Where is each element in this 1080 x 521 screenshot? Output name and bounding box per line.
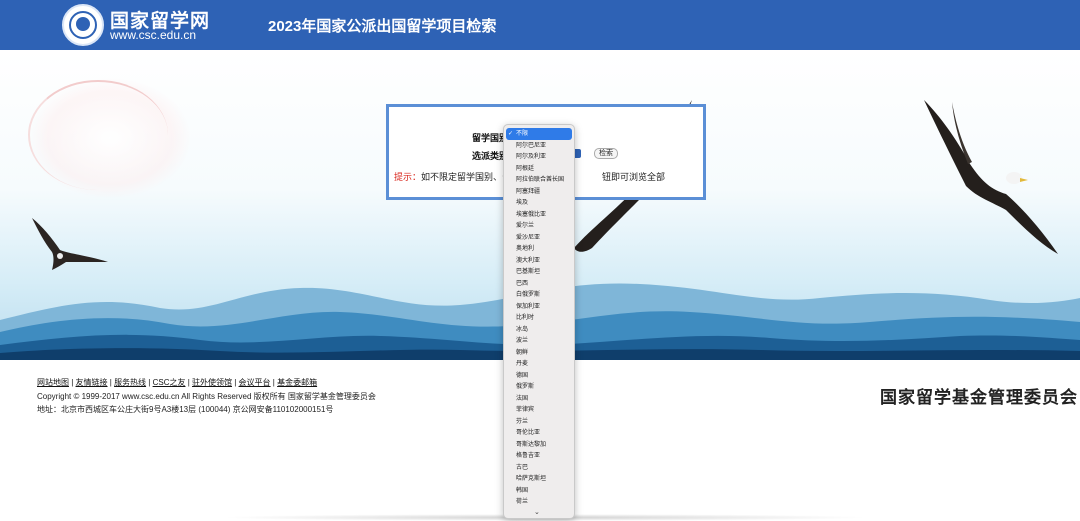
country-option-label: 比利时 (516, 314, 535, 321)
country-option[interactable]: 阿尔及利亚 (504, 151, 574, 163)
country-option[interactable]: 芬兰 (504, 416, 574, 428)
country-option-label: 奥地利 (516, 245, 535, 252)
country-option-label: 菲律宾 (516, 406, 535, 413)
country-option-label: 阿塞拜疆 (516, 187, 541, 195)
country-option-label: 冰岛 (516, 325, 529, 333)
country-option[interactable]: 澳大利亚 (504, 255, 574, 267)
country-option[interactable]: 古巴 (504, 462, 574, 474)
country-option-label: 俄罗斯 (516, 383, 535, 390)
country-option-label: 爱沙尼亚 (516, 233, 541, 241)
country-option[interactable]: 荷兰 (504, 496, 574, 508)
search-button[interactable]: 检索 (594, 148, 618, 159)
country-option[interactable]: 埃及 (504, 197, 574, 209)
country-option[interactable]: 俄罗斯 (504, 381, 574, 393)
sun-edge (28, 80, 168, 190)
country-option-label: 爱尔兰 (516, 222, 535, 229)
hint-tail: 钮即可浏览全部 (602, 172, 666, 182)
country-option-label: 朝鲜 (516, 348, 529, 356)
country-option[interactable]: 波兰 (504, 335, 574, 347)
country-option[interactable]: 冰岛 (504, 324, 574, 336)
country-option-label: 保加利亚 (516, 302, 541, 310)
country-option-label: 巴基斯坦 (516, 268, 541, 275)
country-option[interactable]: 格鲁吉亚 (504, 450, 574, 462)
country-option-label: 白俄罗斯 (516, 291, 541, 298)
country-option-label: 埃及 (516, 199, 529, 206)
country-option[interactable]: 朝鲜 (504, 347, 574, 359)
country-option-label: 法国 (516, 394, 529, 402)
hint-label: 提示： (394, 172, 422, 182)
country-option[interactable]: 菲律宾 (504, 404, 574, 416)
country-option-label: 古巴 (516, 463, 529, 471)
copyright-text: Copyright © 1999-2017 www.csc.edu.cn All… (37, 392, 376, 401)
country-option[interactable]: 哥伦比亚 (504, 427, 574, 439)
page-title: 2023年国家公派出国留学项目检索 (268, 18, 497, 35)
country-option-label: 芬兰 (516, 417, 529, 425)
footer-link-friends[interactable]: 友情链接 (76, 378, 108, 387)
country-option-label: 荷兰 (516, 498, 529, 505)
country-option-label: 埃塞俄比亚 (516, 210, 547, 218)
chevron-down-icon[interactable]: ⌄ (534, 508, 540, 516)
country-option-label: 巴西 (516, 279, 529, 287)
country-option-label: 不限 (516, 130, 529, 137)
country-option[interactable]: 阿根廷 (504, 163, 574, 175)
footer-link-sitemap[interactable]: 网站地图 (37, 378, 69, 387)
country-dropdown[interactable]: ✓ 不限 阿尔巴尼亚 阿尔及利亚 阿根廷 阿拉伯联合酋长国 阿塞拜疆 埃及 埃塞俄比亚 爱尔兰 爱沙… (503, 124, 575, 519)
page: 国家留学网 www.csc.edu.cn 2023年国家公派出国留学项目检索 留… (0, 0, 1080, 521)
country-option[interactable]: 德国 (504, 370, 574, 382)
country-option[interactable]: 奥地利 (504, 243, 574, 255)
csc-logo-icon[interactable] (62, 4, 104, 46)
country-option-label: 哥伦比亚 (516, 429, 541, 436)
country-option[interactable]: 白俄罗斯 (504, 289, 574, 301)
country-option-label: 阿尔及利亚 (516, 153, 547, 160)
footer-org-logo: 国家留学基金管理委员会 (880, 388, 1078, 408)
header-bar: 国家留学网 www.csc.edu.cn 2023年国家公派出国留学项目检索 (0, 0, 1080, 50)
country-option-label: 澳大利亚 (516, 256, 541, 264)
country-option[interactable]: 爱尔兰 (504, 220, 574, 232)
country-option-label: 波兰 (516, 337, 529, 344)
country-option[interactable]: 保加利亚 (504, 301, 574, 313)
footer-link-mailbox[interactable]: 基金委邮箱 (277, 378, 317, 387)
country-option[interactable]: 埃塞俄比亚 (504, 209, 574, 221)
country-option[interactable]: 阿拉伯联合酋长国 (504, 174, 574, 186)
country-option-label: 哥斯达黎加 (516, 440, 547, 448)
checkmark-icon: ✓ (508, 130, 514, 137)
country-option-list: ✓ 不限 阿尔巴尼亚 阿尔及利亚 阿根廷 阿拉伯联合酋长国 阿塞拜疆 埃及 埃塞俄比亚 爱尔兰 爱沙… (504, 128, 574, 508)
country-option-label: 阿根廷 (516, 164, 535, 172)
country-option-label: 韩国 (516, 486, 529, 494)
country-option-label: 阿拉伯联合酋长国 (516, 176, 565, 183)
country-option-label: 哈萨克斯坦 (516, 475, 547, 482)
country-option[interactable]: 巴西 (504, 278, 574, 290)
country-option[interactable]: 韩国 (504, 485, 574, 497)
eagle-icon (924, 100, 1058, 254)
logo-url[interactable]: www.csc.edu.cn (110, 28, 196, 42)
country-option[interactable]: 哈萨克斯坦 (504, 473, 574, 485)
footer-links: 网站地图 | 友情链接 | 服务热线 | CSC之友 | 驻外使领馆 | 会议平… (37, 377, 317, 388)
country-option-label: 格鲁吉亚 (516, 452, 541, 459)
country-option-label: 丹麦 (516, 360, 529, 367)
footer-link-meeting[interactable]: 会议平台 (239, 378, 271, 387)
country-option[interactable]: 爱沙尼亚 (504, 232, 574, 244)
country-option[interactable]: 哥斯达黎加 (504, 439, 574, 451)
country-option[interactable]: 阿塞拜疆 (504, 186, 574, 198)
country-option-label: 阿尔巴尼亚 (516, 141, 547, 149)
eagle-icon (32, 218, 108, 270)
footer-link-embassies[interactable]: 驻外使领馆 (192, 378, 232, 387)
country-option-selected[interactable]: ✓ 不限 (506, 128, 572, 140)
country-option[interactable]: 丹麦 (504, 358, 574, 370)
address-text: 地址：北京市西城区车公庄大街9号A3楼13层 (100044) 京公网安备110… (37, 405, 334, 414)
country-option[interactable]: 比利时 (504, 312, 574, 324)
country-option[interactable]: 法国 (504, 393, 574, 405)
country-option-label: 德国 (516, 371, 529, 379)
footer-link-hotline[interactable]: 服务热线 (114, 378, 146, 387)
footer-link-csc-friends[interactable]: CSC之友 (153, 378, 186, 387)
country-option[interactable]: 阿尔巴尼亚 (504, 140, 574, 152)
country-option[interactable]: 巴基斯坦 (504, 266, 574, 278)
